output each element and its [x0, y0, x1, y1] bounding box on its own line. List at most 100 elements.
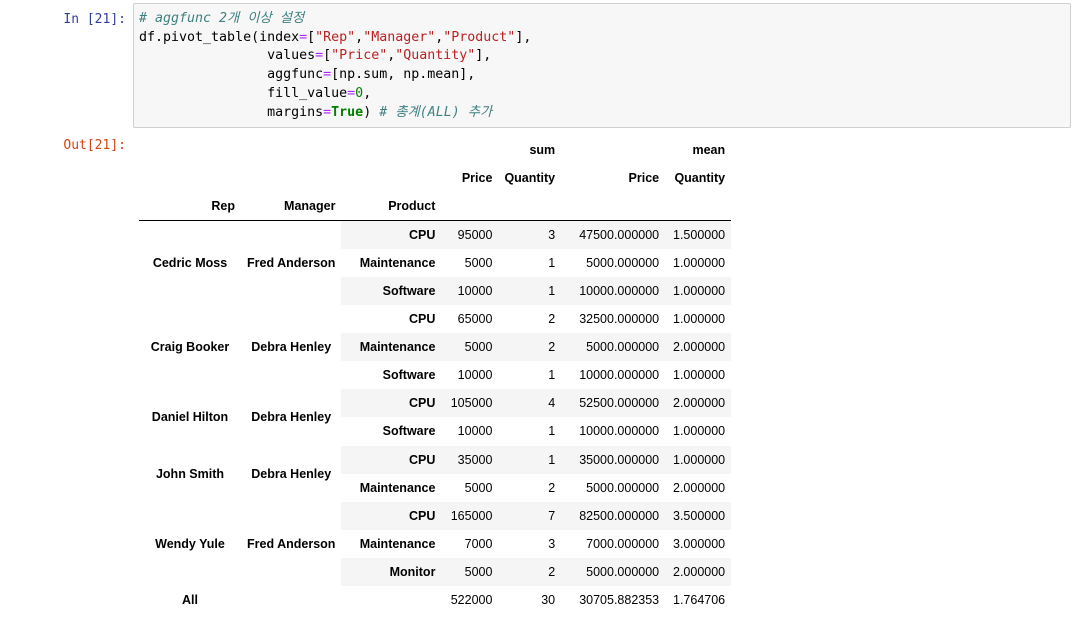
sum-price-cell: 5000 [464, 255, 493, 270]
product-cell: CPU [409, 311, 436, 326]
mean-price-cell: 5000.000000 [586, 255, 660, 270]
total-label: All [182, 593, 198, 608]
product-cell: Maintenance [359, 340, 436, 355]
table-row: John Smith Debra Henley CPU 35000 1 3500… [139, 445, 732, 502]
header-row-agg: sum mean [139, 136, 731, 164]
sum-quantity-cell: 1 [548, 452, 556, 467]
mean-quantity-cell: 3.000000 [673, 537, 726, 552]
code-text: , [363, 85, 372, 101]
sum-price-cell: 5000 [464, 340, 493, 355]
code-text: fill_value [267, 85, 348, 101]
mean-price-cell: 7000.000000 [586, 537, 660, 552]
code-text: aggfunc [267, 67, 324, 83]
mean-quantity-cell: 3.500000 [673, 508, 726, 523]
code-text: margins [267, 104, 324, 120]
sum-quantity-cell: 3 [548, 227, 556, 242]
mean-quantity-cell: 1.000000 [673, 255, 726, 270]
sum-price-cell: 35000 [457, 452, 493, 467]
mean-quantity-cell: 1.000000 [673, 311, 726, 326]
manager-cell: Debra Henley [241, 389, 342, 446]
header-row-values: Price Quantity Price Quantity [139, 164, 731, 192]
code-text: ], [475, 48, 492, 64]
mean-quantity-cell: 1.000000 [673, 452, 726, 467]
product-cell: Software [382, 424, 436, 439]
code-keyword: True [331, 104, 364, 120]
product-cell: Software [382, 283, 436, 298]
manager-cell: Debra Henley [241, 304, 342, 390]
product-cell: Monitor [389, 565, 436, 580]
sum-quantity-cell: 1 [548, 255, 556, 270]
rep-cell: Cedric Moss [139, 220, 241, 305]
mean-quantity-cell: 1.000000 [673, 283, 726, 298]
table-row: Cedric Moss Fred Anderson CPU 95000 3 47… [139, 220, 732, 305]
index-name-manager: Manager [241, 192, 342, 221]
code-text: [ [323, 48, 332, 64]
code-number: 0 [355, 85, 364, 101]
sum-quantity-cell: 2 [548, 311, 556, 326]
rep-cell: Daniel Hilton [139, 389, 241, 446]
sum-price-cell: 5000 [464, 480, 493, 495]
rep-cell: Wendy Yule [139, 501, 241, 587]
sum-quantity-cell: 2 [548, 565, 556, 580]
sum-price-cell: 65000 [457, 311, 493, 326]
mean-price-cell: 35000.000000 [579, 452, 660, 467]
column-header-mean: mean [692, 143, 726, 158]
code-editor[interactable]: # aggfunc 2개 이상 설정 df.pivot_table(index=… [139, 10, 531, 122]
mean-price-cell: 10000.000000 [579, 283, 660, 298]
code-string: "Quantity" [395, 48, 476, 64]
code-operator: = [323, 104, 332, 120]
code-text: ) [363, 104, 380, 120]
code-string: "Manager" [363, 29, 436, 45]
mean-quantity-cell: 1.500000 [673, 227, 726, 242]
mean-price-cell: 52500.000000 [579, 396, 660, 411]
mean-quantity-cell: 2.000000 [673, 480, 726, 495]
code-comment: # aggfunc 2개 이상 설정 [139, 11, 305, 26]
table-header: sum mean Price Quantity Price Quantity R… [139, 136, 732, 221]
sum-quantity-cell: 4 [548, 396, 556, 411]
product-cell: CPU [409, 508, 436, 523]
mean-price-cell: 5000.000000 [586, 340, 660, 355]
sum-price-cell: 5000 [464, 565, 493, 580]
mean-price-cell: 47500.000000 [579, 227, 660, 242]
code-string: "Rep" [315, 29, 356, 45]
table-body: Cedric Moss Fred Anderson CPU 95000 3 47… [139, 220, 732, 615]
code-comment: # 총계(ALL) 추가 [379, 104, 493, 120]
sum-quantity-cell: 1 [548, 424, 556, 439]
sum-quantity-cell: 1 [548, 283, 556, 298]
total-row: All 522000 30 30705.882353 1.764706 [139, 586, 732, 615]
sum-price-cell: 10000 [457, 368, 493, 383]
column-header-sum: sum [529, 143, 556, 158]
sum-price-cell: 165000 [450, 508, 493, 523]
mean-price-cell: 32500.000000 [579, 311, 660, 326]
code-string: "Price" [331, 48, 388, 64]
mean-quantity-cell: 1.000000 [673, 424, 726, 439]
sum-price-cell: 522000 [450, 593, 493, 608]
code-operator: = [299, 29, 308, 45]
mean-quantity-cell: 2.000000 [673, 565, 726, 580]
table-row: Daniel Hilton Debra Henley CPU 105000 4 … [139, 389, 732, 446]
mean-quantity-cell: 2.000000 [673, 396, 726, 411]
column-header-price: Price [461, 171, 493, 186]
mean-price-cell: 5000.000000 [586, 565, 660, 580]
index-name-product: Product [341, 192, 442, 221]
code-string: "Product" [443, 29, 516, 45]
mean-price-cell: 82500.000000 [579, 508, 660, 523]
product-cell: Maintenance [359, 255, 436, 270]
mean-price-cell: 30705.882353 [579, 593, 660, 608]
code-text: [np.sum, np.mean], [331, 67, 476, 83]
product-cell: Maintenance [359, 480, 436, 495]
code-text: ], [515, 29, 532, 45]
column-header-quantity: Quantity [504, 171, 556, 186]
code-text: [ [307, 29, 316, 45]
column-header-quantity: Quantity [674, 171, 726, 186]
mean-price-cell: 10000.000000 [579, 368, 660, 383]
product-cell: CPU [409, 227, 436, 242]
rep-cell: Craig Booker [139, 304, 241, 390]
sum-price-cell: 95000 [457, 227, 493, 242]
index-name-rep: Rep [139, 192, 241, 221]
table-row: Wendy Yule Fred Anderson CPU 165000 7 82… [139, 501, 732, 587]
code-cell[interactable]: # aggfunc 2개 이상 설정 df.pivot_table(index=… [133, 3, 1071, 128]
output-prompt: Out[21]: [63, 138, 126, 153]
sum-quantity-cell: 1 [548, 368, 556, 383]
sum-quantity-cell: 7 [548, 508, 556, 523]
